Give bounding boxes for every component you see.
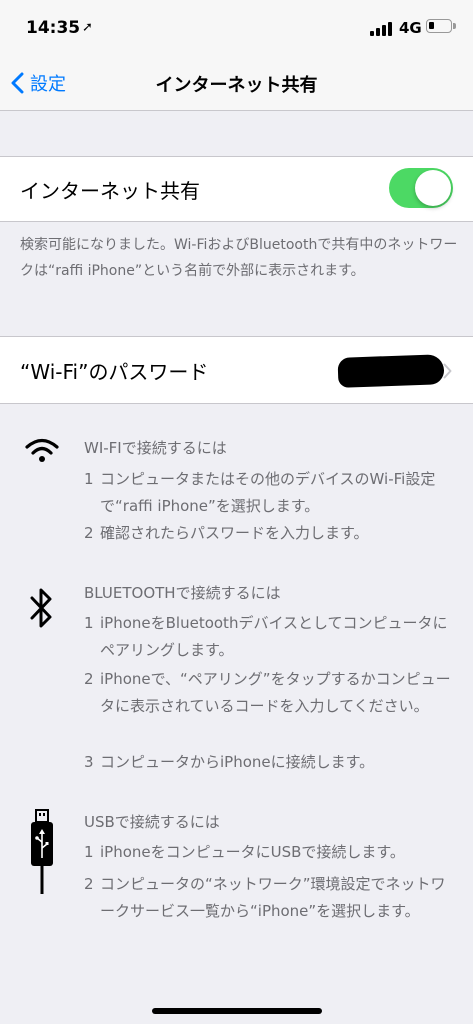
wifi-password-row[interactable]: “Wi-Fi”のパスワード [0, 336, 473, 404]
home-indicator[interactable] [152, 1008, 322, 1014]
wifi-password-label: “Wi-Fi”のパスワード [20, 360, 209, 384]
bluetooth-icon [30, 588, 52, 628]
wifi-section-title: WI-FIで接続するには [84, 439, 227, 457]
hotspot-toggle-row: インターネット共有 [0, 156, 473, 222]
usb-section-title: USBで接続するには [84, 813, 220, 831]
bluetooth-step: 2 iPhoneで、“ペアリング”をタップするかコンピュータに表示されているコード… [84, 670, 451, 715]
redacted-password [337, 354, 445, 388]
hotspot-footer-text: 検索可能になりました。Wi-FiおよびBluetoothで共有中のネットワークは… [20, 237, 458, 279]
page-title: インターネット共有 [155, 75, 318, 96]
location-arrow-icon: ➚ [82, 20, 93, 35]
hotspot-toggle[interactable] [389, 168, 453, 208]
wifi-icon [25, 438, 59, 462]
usb-step: 1 iPhoneをコンピュータにUSBで接続します。 [84, 843, 405, 861]
status-time: 14:35 [26, 18, 81, 38]
network-type: 4G [399, 19, 422, 37]
battery-icon [426, 19, 452, 33]
usb-cable-icon [31, 809, 53, 894]
bluetooth-step: 3 コンピュータからiPhoneに接続します。 [84, 753, 375, 771]
toggle-knob [415, 170, 451, 206]
wifi-step: 1 コンピュータまたはその他のデバイスのWi-Fi設定で“raffi iPhone… [84, 470, 436, 515]
status-bar: 14:35 ➚ 4G [0, 0, 473, 56]
bluetooth-step: 1 iPhoneをBluetoothデバイスとしてコンピュータにペアリングします。 [84, 614, 448, 659]
cellular-signal-icon [370, 22, 394, 36]
battery-tip [453, 23, 456, 29]
bluetooth-section-title: BLUETOOTHで接続するには [84, 584, 281, 602]
hotspot-label: インターネット共有 [20, 179, 200, 203]
wifi-step: 2 確認されたらパスワードを入力します。 [84, 524, 369, 542]
chevron-right-icon [443, 363, 452, 379]
usb-step: 2 コンピュータの“ネットワーク”環境設定でネットワークサービス一覧から“iPho… [84, 875, 446, 920]
navigation-bar: 設定 インターネット共有 [0, 56, 473, 111]
